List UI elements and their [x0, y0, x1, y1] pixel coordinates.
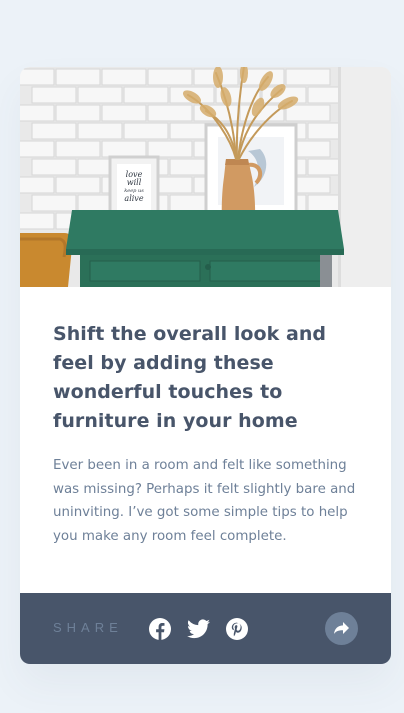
article-card: love will keep us alive Shift the overal…	[20, 67, 391, 664]
twitter-icon[interactable]	[187, 618, 210, 640]
article-description: Ever been in a room and felt like someth…	[53, 458, 356, 544]
frame-lettering: love will keep us alive	[118, 171, 150, 203]
article-image: love will keep us alive	[20, 67, 391, 287]
share-label: SHARE	[53, 620, 123, 635]
article-title[interactable]: Shift the overall look and feel by addin…	[53, 320, 363, 436]
share-arrow-icon	[334, 622, 349, 634]
frame-line-4: alive	[124, 194, 144, 203]
frame-line-2: will	[126, 178, 142, 187]
article-body: Shift the overall look and feel by addin…	[53, 320, 363, 548]
share-button[interactable]	[325, 612, 358, 645]
pinterest-icon[interactable]	[226, 618, 248, 640]
facebook-icon[interactable]	[149, 618, 171, 640]
share-bar: SHARE	[20, 593, 391, 664]
